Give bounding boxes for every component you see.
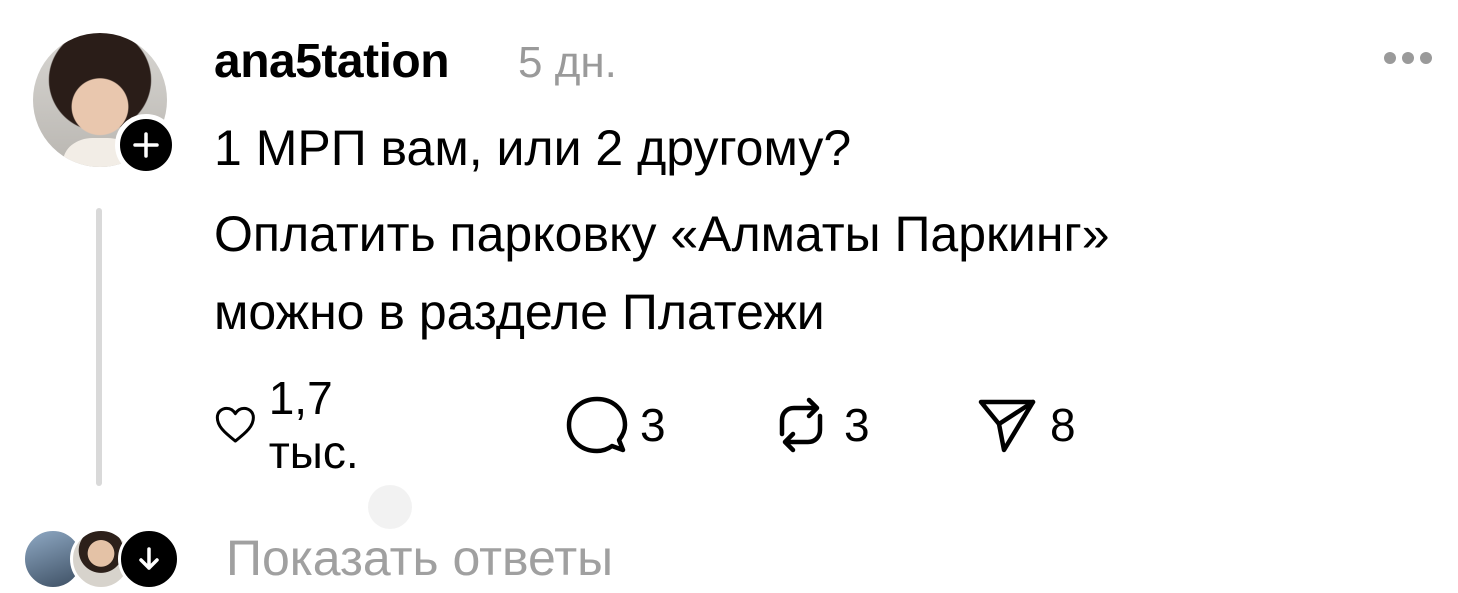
post-text-line: Оплатить парковку «Алматы Паркинг» xyxy=(214,206,1110,262)
repost-count: 3 xyxy=(844,399,870,451)
username[interactable]: ana5tation xyxy=(214,34,450,89)
post-time: 5 дн. xyxy=(518,38,617,87)
like-button[interactable]: 1,7 тыс. xyxy=(214,372,380,478)
like-count: 1,7 тыс. xyxy=(268,372,359,478)
expand-replies-badge xyxy=(118,528,180,590)
comment-count: 3 xyxy=(640,399,666,451)
reply-avatars[interactable] xyxy=(22,528,182,590)
comment-button[interactable]: 3 xyxy=(566,390,666,460)
share-button[interactable]: 8 xyxy=(976,390,1076,460)
heart-icon xyxy=(215,406,255,443)
post-text-line: 1 МРП вам, или 2 другому? xyxy=(214,120,852,176)
more-options-button[interactable] xyxy=(1384,52,1432,64)
post-text-line: можно в разделе Платежи xyxy=(214,284,825,340)
show-replies-link[interactable]: Показать ответы xyxy=(226,528,613,588)
plus-icon xyxy=(133,132,159,158)
comment-bubble-icon xyxy=(566,396,628,454)
repost-icon xyxy=(779,397,823,453)
more-horizontal-icon xyxy=(1384,52,1396,64)
arrow-down-icon xyxy=(139,547,159,570)
background-ghost-avatar xyxy=(368,485,412,529)
thread-line xyxy=(96,208,102,486)
send-icon xyxy=(978,399,1036,453)
follow-button[interactable] xyxy=(115,114,177,176)
share-count: 8 xyxy=(1050,399,1076,451)
repost-button[interactable]: 3 xyxy=(770,390,870,460)
